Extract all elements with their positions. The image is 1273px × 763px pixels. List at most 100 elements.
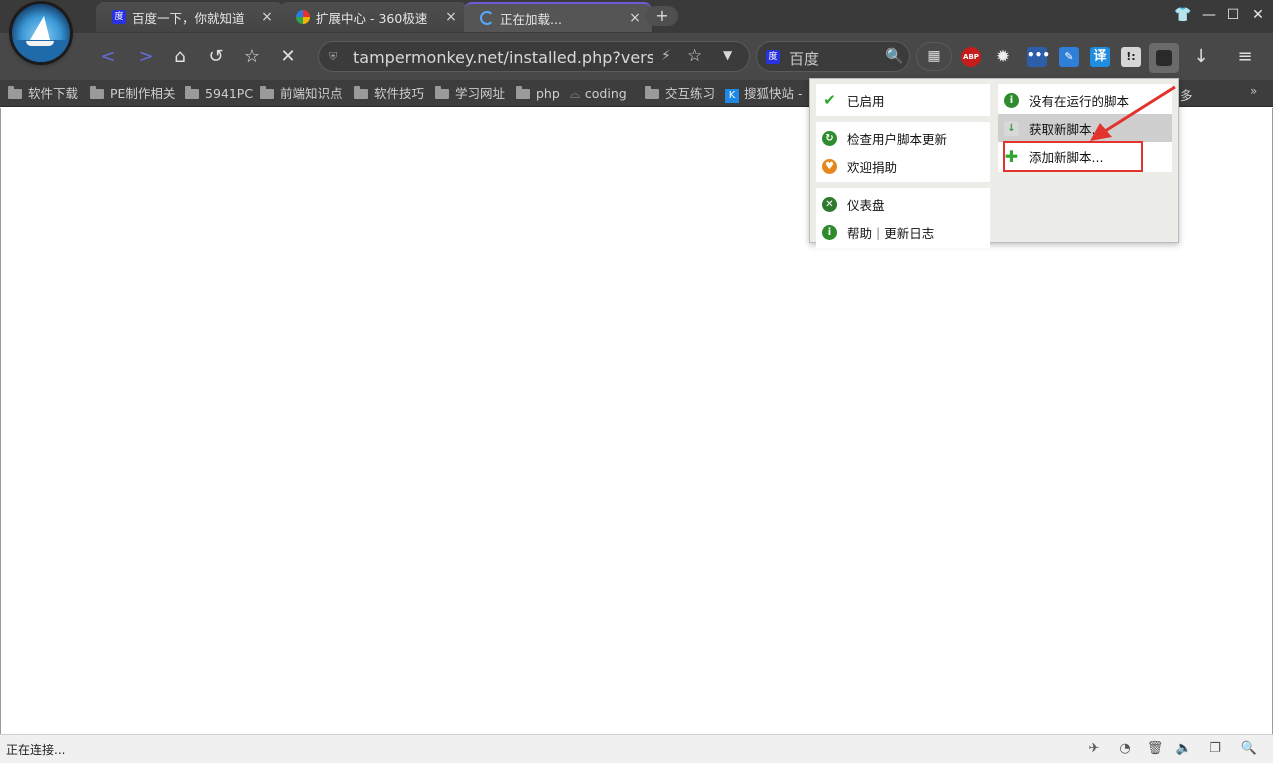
tab-title: 扩展中心 - 360极速 (316, 10, 428, 26)
plus-icon: ✚ (1004, 146, 1019, 166)
shield-icon[interactable]: ⛨ (329, 50, 341, 64)
baidu-icon[interactable]: 度 (766, 50, 780, 64)
browser-logo-icon[interactable] (12, 4, 70, 62)
forward-button[interactable]: > (132, 43, 160, 71)
translate-extension-icon[interactable]: 译 (1090, 47, 1110, 67)
stop-button[interactable]: ✕ (274, 43, 302, 71)
apps-grid-button[interactable]: ▦ (916, 42, 952, 71)
baidu-favicon: 度 (112, 10, 126, 24)
bookmark-folder[interactable]: 软件下载 (8, 85, 78, 103)
tab-title: 正在加载... (500, 11, 562, 27)
no-running-scripts: i 没有在运行的脚本 (998, 86, 1172, 114)
bookmark-link[interactable]: ⌓ coding (570, 85, 627, 103)
search-input[interactable]: 百度 (789, 48, 819, 69)
download-icon: ↓ (1004, 120, 1019, 136)
favorites-button[interactable]: ☆ (238, 43, 266, 71)
enabled-toggle[interactable]: ✔ 已启用 (816, 86, 990, 114)
add-favorite-icon[interactable]: ☆ (687, 46, 702, 66)
search-icon[interactable]: 🔍 (885, 47, 904, 65)
bookmark-folder[interactable]: 5941PC (185, 85, 253, 103)
trash-icon[interactable]: 🗑 (1146, 740, 1164, 758)
close-window-button[interactable]: ✕ (1247, 5, 1269, 25)
folder-icon (354, 86, 368, 99)
status-bar: 正在连接... ✈ ◔ 🗑 🔈 ❐ 🔍 (0, 734, 1273, 763)
help-link[interactable]: 帮助 (847, 223, 872, 242)
cat-icon: ⌓ (570, 86, 580, 101)
bolt-icon[interactable]: ⚡ (661, 48, 671, 64)
pin-icon[interactable]: ✈ (1085, 740, 1103, 758)
dashboard-icon: ✕ (822, 196, 837, 212)
search-box[interactable]: 度 百度 🔍 (756, 41, 910, 72)
refresh-icon: ↻ (822, 130, 837, 146)
status-text: 正在连接... (6, 743, 66, 757)
folder-icon (645, 86, 659, 99)
download-button[interactable]: ↓ (1187, 43, 1215, 71)
zoom-icon[interactable]: 🔍 (1240, 740, 1258, 758)
folder-icon (260, 86, 274, 99)
folder-icon (185, 86, 199, 99)
tab-strip: 度 百度一下，你就知道 × 扩展中心 - 360极速 × 正在加载... × +… (0, 0, 1273, 33)
folder-icon (516, 86, 530, 99)
close-tab-icon[interactable]: × (260, 9, 274, 25)
loading-spinner-icon (480, 11, 494, 25)
dashboard-item[interactable]: ✕ 仪表盘 (816, 190, 990, 218)
bookmarks-more[interactable]: 多 (1180, 85, 1193, 104)
help-item[interactable]: i 帮助 | 更新日志 (816, 218, 990, 246)
dots-extension-icon[interactable]: ••• (1027, 47, 1050, 67)
bookmark-folder[interactable]: php (516, 85, 560, 103)
edit-extension-icon[interactable]: ✎ (1059, 47, 1079, 67)
separator: | (876, 224, 881, 240)
tab-extension-center[interactable]: 扩展中心 - 360极速 × (280, 2, 468, 32)
maximize-button[interactable]: ☐ (1222, 5, 1244, 25)
tab-baidu[interactable]: 度 百度一下，你就知道 × (96, 2, 284, 32)
home-button[interactable]: ⌂ (166, 43, 194, 71)
adblock-plus-icon[interactable]: ABP (961, 47, 981, 67)
get-new-scripts-item[interactable]: ↓ 获取新脚本... (998, 114, 1172, 142)
check-updates-item[interactable]: ↻ 检查用户脚本更新 (816, 124, 990, 152)
skin-icon[interactable]: 👕 (1172, 5, 1194, 25)
address-bar[interactable]: ⛨ tampermonkey.net/installed.php?version… (318, 41, 750, 72)
speed-icon[interactable]: ◔ (1116, 740, 1134, 758)
navigation-toolbar: < > ⌂ ↺ ☆ ✕ ⛨ tampermonkey.net/installed… (0, 33, 1273, 80)
close-tab-icon[interactable]: × (628, 10, 642, 26)
popup-right-column: i 没有在运行的脚本 ↓ 获取新脚本... ✚ 添加新脚本... (998, 84, 1172, 172)
popup-group: ↻ 检查用户脚本更新 ♥ 欢迎捐助 (816, 122, 990, 182)
gear-extension-icon[interactable]: ✹ (993, 47, 1013, 67)
window-icon[interactable]: ❐ (1206, 740, 1224, 758)
bookmark-folder[interactable]: 交互练习 (645, 85, 715, 103)
main-menu-button[interactable]: ≡ (1231, 43, 1259, 71)
tab-title: 百度一下，你就知道 (132, 10, 245, 26)
popup-group: ✕ 仪表盘 i 帮助 | 更新日志 (816, 188, 990, 248)
undo-close-button[interactable]: ↺ (202, 43, 230, 71)
tampermonkey-icon[interactable] (1149, 43, 1179, 73)
info-icon: i (1004, 92, 1019, 108)
popup-group: i 没有在运行的脚本 ↓ 获取新脚本... ✚ 添加新脚本... (998, 84, 1172, 172)
donate-icon: ♥ (822, 158, 837, 174)
extension-icon[interactable]: !: (1121, 47, 1141, 67)
sound-icon[interactable]: 🔈 (1175, 740, 1193, 758)
back-button[interactable]: < (94, 43, 122, 71)
close-tab-icon[interactable]: × (444, 9, 458, 25)
new-tab-button[interactable]: + (646, 6, 678, 26)
browser-window: 度 百度一下，你就知道 × 扩展中心 - 360极速 × 正在加载... × +… (0, 0, 1273, 763)
extension-center-favicon (296, 10, 310, 24)
info-icon: i (822, 224, 837, 240)
tab-loading[interactable]: 正在加载... × (464, 2, 652, 32)
folder-icon (435, 86, 449, 99)
folder-icon (90, 86, 104, 99)
check-icon: ✔ (823, 90, 836, 109)
folder-icon (8, 86, 22, 99)
bookmark-folder[interactable]: 前端知识点 (260, 85, 343, 103)
tampermonkey-popup: ✔ 已启用 ↻ 检查用户脚本更新 ♥ 欢迎捐助 ✕ 仪表盘 i 帮助 | 更新日… (809, 78, 1179, 248)
chevron-right-icon[interactable]: » (1250, 84, 1257, 98)
bookmark-link[interactable]: K 搜狐快站 - (725, 85, 802, 103)
bookmark-folder[interactable]: 学习网址 (435, 85, 505, 103)
address-url[interactable]: tampermonkey.net/installed.php?version= (353, 48, 653, 67)
chevron-down-icon[interactable]: ▼ (723, 48, 732, 62)
minimize-button[interactable]: — (1198, 5, 1220, 25)
changelog-link[interactable]: 更新日志 (884, 223, 934, 242)
bookmark-folder[interactable]: 软件技巧 (354, 85, 424, 103)
donate-item[interactable]: ♥ 欢迎捐助 (816, 152, 990, 180)
bookmark-folder[interactable]: PE制作相关 (90, 85, 175, 103)
add-new-script-item[interactable]: ✚ 添加新脚本... (998, 142, 1172, 170)
